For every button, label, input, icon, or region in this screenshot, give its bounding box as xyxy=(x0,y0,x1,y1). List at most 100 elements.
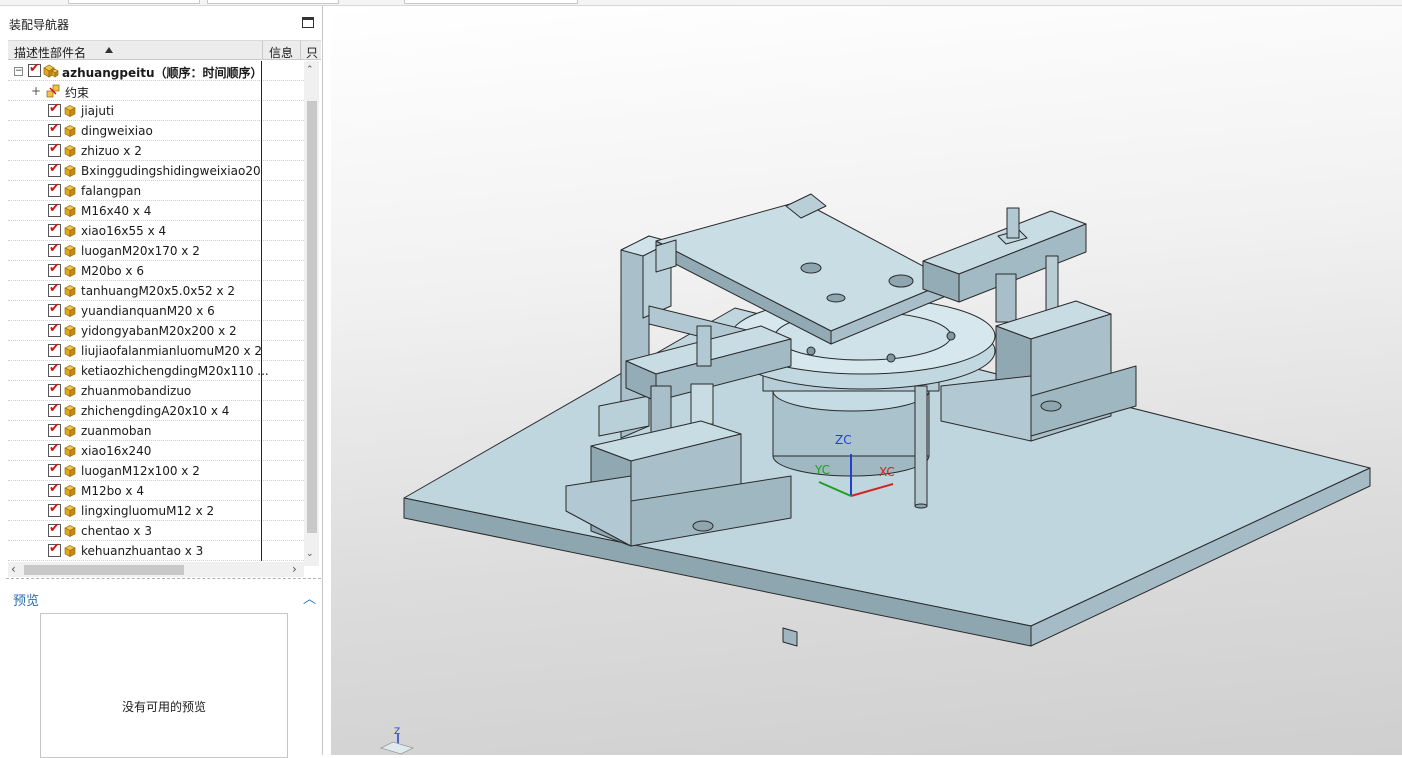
toolbar-field[interactable] xyxy=(404,0,578,4)
panel-splitter[interactable] xyxy=(6,578,321,583)
part-name: zuanmoban xyxy=(81,424,152,438)
visibility-checkbox[interactable] xyxy=(48,101,61,117)
tree-item-row[interactable]: liujiaofalanmianluomuM20 x 2 xyxy=(8,341,304,361)
toolbar-field[interactable] xyxy=(207,0,339,4)
part-name: yuandianquanM20 x 6 xyxy=(81,304,215,318)
visibility-checkbox[interactable] xyxy=(48,501,61,517)
scroll-up-arrow-icon[interactable]: ⌃ xyxy=(306,65,314,75)
part-name: tanhuangM20x5.0x52 x 2 xyxy=(81,284,235,298)
part-name: zhizuo x 2 xyxy=(81,144,142,158)
tree-horizontal-scrollbar[interactable]: ‹ › xyxy=(8,562,304,577)
scroll-left-arrow-icon[interactable]: ‹ xyxy=(11,562,16,576)
visibility-checkbox[interactable] xyxy=(48,161,61,177)
visibility-checkbox[interactable] xyxy=(48,401,61,417)
toolbar-field[interactable] xyxy=(68,0,200,4)
tree-item-row[interactable]: ketiaozhichengdingM20x110 ... xyxy=(8,361,304,381)
part-name: chentao x 3 xyxy=(81,524,152,538)
visibility-checkbox[interactable] xyxy=(48,381,61,397)
part-icon xyxy=(64,245,76,257)
tree-vertical-scrollbar[interactable]: ⌃ ⌄ xyxy=(304,61,319,566)
horizontal-scroll-thumb[interactable] xyxy=(24,565,184,575)
column-header: 描述性部件名 信息 只 xyxy=(8,40,321,60)
tree-item-row[interactable]: xiao16x55 x 4 xyxy=(8,221,304,241)
tree-item-row[interactable]: jiajuti xyxy=(8,101,304,121)
column-readonly-header[interactable]: 只 xyxy=(306,44,318,61)
tree-item-row[interactable]: Bxinggudingshidingweixiao20 xyxy=(8,161,304,181)
part-name: lingxingluomuM12 x 2 xyxy=(81,504,215,518)
part-icon xyxy=(64,105,76,117)
visibility-checkbox[interactable] xyxy=(48,441,61,457)
visibility-checkbox[interactable] xyxy=(48,421,61,437)
visibility-checkbox[interactable] xyxy=(48,461,61,477)
part-icon xyxy=(64,485,76,497)
expand-icon[interactable]: + xyxy=(31,84,41,98)
column-name-header[interactable]: 描述性部件名 xyxy=(14,44,86,61)
tree-item-row[interactable]: falangpan xyxy=(8,181,304,201)
visibility-checkbox[interactable] xyxy=(48,181,61,197)
part-icon xyxy=(64,385,76,397)
visibility-checkbox[interactable] xyxy=(48,241,61,257)
visibility-checkbox[interactable] xyxy=(48,521,61,537)
tree-item-row[interactable]: xiao16x240 xyxy=(8,441,304,461)
collapse-icon[interactable]: − xyxy=(14,67,23,76)
tree-root-row[interactable]: − azhuangpeitu（顺序：时间顺序） xyxy=(8,61,304,81)
part-name: M16x40 x 4 xyxy=(81,204,152,218)
panel-title: 装配导航器 xyxy=(9,18,70,32)
tree-item-row[interactable]: yidongyabanM20x200 x 2 xyxy=(8,321,304,341)
visibility-checkbox[interactable] xyxy=(48,201,61,217)
part-name: luoganM12x100 x 2 xyxy=(81,464,200,478)
tree-item-row[interactable]: zuanmoban xyxy=(8,421,304,441)
part-name: zhuanmobandizuo xyxy=(81,384,192,398)
part-name: Bxinggudingshidingweixiao20 xyxy=(81,164,261,178)
maximize-icon[interactable] xyxy=(302,17,314,28)
vertical-scroll-thumb[interactable] xyxy=(307,101,317,533)
visibility-checkbox[interactable] xyxy=(48,301,61,317)
visibility-checkbox[interactable] xyxy=(48,121,61,137)
tree-constraints-row[interactable]: + 约束 xyxy=(8,81,304,101)
column-info-header[interactable]: 信息 xyxy=(269,44,293,61)
part-icon xyxy=(64,425,76,437)
visibility-checkbox[interactable] xyxy=(48,341,61,357)
xc-axis-label: XC xyxy=(879,465,895,479)
visibility-checkbox[interactable] xyxy=(48,361,61,377)
part-name: xiao16x55 x 4 xyxy=(81,224,167,238)
part-name: zhichengdingA20x10 x 4 xyxy=(81,404,230,418)
tree-item-row[interactable]: zhizuo x 2 xyxy=(8,141,304,161)
part-icon xyxy=(64,525,76,537)
preview-title[interactable]: 预览 xyxy=(13,590,39,609)
scroll-right-arrow-icon[interactable]: › xyxy=(292,562,297,576)
tree-item-row[interactable]: M12bo x 4 xyxy=(8,481,304,501)
root-checkbox[interactable] xyxy=(28,61,41,77)
assembly-tree: − azhuangpeitu（顺序：时间顺序） + 约束 jiaj xyxy=(8,61,304,561)
tree-item-row[interactable]: tanhuangM20x5.0x52 x 2 xyxy=(8,281,304,301)
tree-item-row[interactable]: zhuanmobandizuo xyxy=(8,381,304,401)
part-name: dingweixiao xyxy=(81,124,153,138)
tree-item-row[interactable]: dingweixiao xyxy=(8,121,304,141)
tree-item-row[interactable]: luoganM12x100 x 2 xyxy=(8,461,304,481)
tree-item-row[interactable]: yuandianquanM20 x 6 xyxy=(8,301,304,321)
tree-item-row[interactable]: M16x40 x 4 xyxy=(8,201,304,221)
tree-item-row[interactable]: luoganM20x170 x 2 xyxy=(8,241,304,261)
part-name: liujiaofalanmianluomuM20 x 2 xyxy=(81,344,263,358)
scroll-down-arrow-icon[interactable]: ⌄ xyxy=(306,549,314,559)
tree-item-row[interactable]: M20bo x 6 xyxy=(8,261,304,281)
tree-item-row[interactable]: zhichengdingA20x10 x 4 xyxy=(8,401,304,421)
visibility-checkbox[interactable] xyxy=(48,541,61,557)
visibility-checkbox[interactable] xyxy=(48,261,61,277)
graphics-viewport[interactable]: ZC XC YC Z xyxy=(331,6,1402,755)
view-triad[interactable]: Z xyxy=(379,727,415,755)
tree-item-row[interactable]: kehuanzhuantao x 3 xyxy=(8,541,304,561)
visibility-checkbox[interactable] xyxy=(48,141,61,157)
visibility-checkbox[interactable] xyxy=(48,481,61,497)
tree-item-row[interactable]: lingxingluomuM12 x 2 xyxy=(8,501,304,521)
part-icon xyxy=(64,345,76,357)
preview-section: 预览 ︿ 没有可用的预览 xyxy=(6,586,321,758)
chevron-up-icon[interactable]: ︿ xyxy=(303,588,316,607)
triad-z-label: Z xyxy=(394,727,400,737)
root-name: azhuangpeitu（顺序：时间顺序） xyxy=(62,66,263,80)
tree-item-row[interactable]: chentao x 3 xyxy=(8,521,304,541)
visibility-checkbox[interactable] xyxy=(48,281,61,297)
visibility-checkbox[interactable] xyxy=(48,221,61,237)
visibility-checkbox[interactable] xyxy=(48,321,61,337)
assembly-icon xyxy=(43,64,59,78)
